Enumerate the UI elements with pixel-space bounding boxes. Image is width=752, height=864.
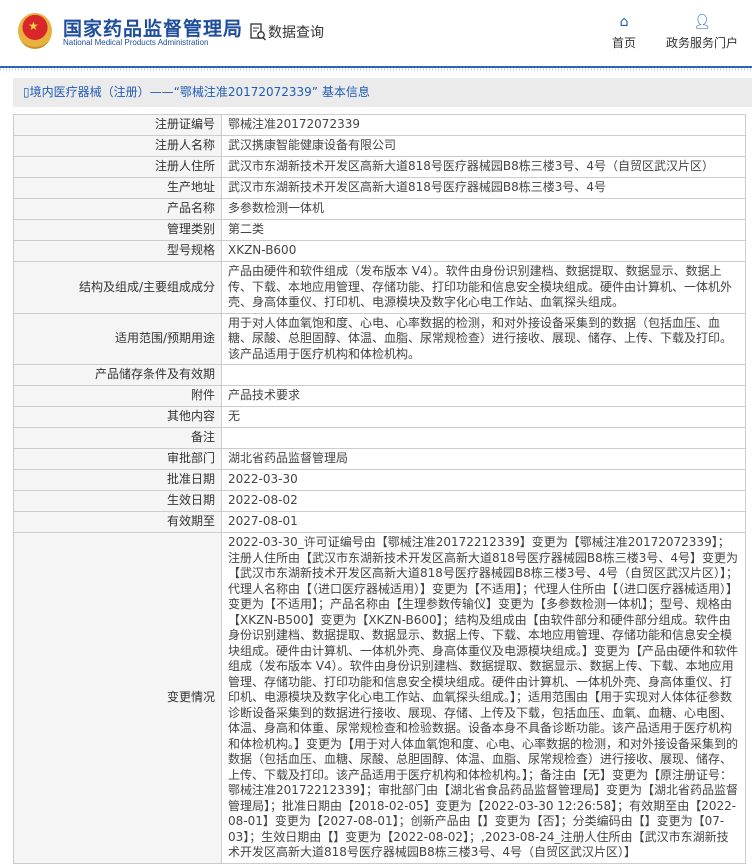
logo-title-en[interactable]: National Medical Products Administration <box>63 38 208 47</box>
document-search-icon <box>250 23 266 41</box>
field-label: 管理类别 <box>13 219 222 241</box>
table-row: 型号规格 XKZN-B600 <box>13 240 746 262</box>
table-row: 管理类别 第二类 <box>13 219 746 241</box>
field-value <box>221 427 746 449</box>
home-icon: ⌂ <box>619 14 629 30</box>
table-row: 结构及组成/主要组成成分 产品由硬件和软件组成（发布版本 V4）。软件由身份识别建… <box>13 261 746 314</box>
field-label: 产品名称 <box>13 198 222 220</box>
table-row: 生产地址 武汉市东湖新技术开发区高新大道818号医疗器械园B8栋三楼3号、4号 <box>13 177 746 199</box>
field-value: 产品技术要求 <box>221 385 746 407</box>
table-row: 生效日期 2022-08-02 <box>13 490 746 512</box>
nav-home-label: 首页 <box>612 36 637 50</box>
table-row: 审批部门 湖北省药品监督管理局 <box>13 448 746 470</box>
table-row: 其他内容无 <box>13 406 746 428</box>
logo-title-cn[interactable]: 国家药品监督管理局 <box>63 14 243 41</box>
nav-service-portal[interactable]: 👤︎ 政务服务门户 <box>666 14 738 51</box>
field-value: 2022-03-30 <box>221 469 746 491</box>
field-value: 2022-08-02 <box>221 490 746 512</box>
field-label: 注册证编号 <box>13 114 222 136</box>
field-label: 产品储存条件及有效期 <box>13 364 222 386</box>
field-label: 其他内容 <box>13 406 222 428</box>
site-header: 国家药品监督管理局 National Medical Products Admi… <box>0 0 752 66</box>
field-value: 用于对人体血氧饱和度、心电、心率数据的检测，和对外接设备采集到的数据（包括血压、… <box>221 312 746 365</box>
field-value: 第二类 <box>221 219 746 241</box>
field-label: 附件 <box>13 385 222 407</box>
table-row: 适用范围/预期用途 用于对人体血氧饱和度、心电、心率数据的检测，和对外接设备采集到… <box>13 312 746 365</box>
field-label: 结构及组成/主要组成成分 <box>13 261 222 314</box>
field-label: 注册人名称 <box>13 135 222 157</box>
detail-table: 注册证编号 鄂械注准20172072339 注册人名称 武汉携康智能健康设备有限公司注… <box>13 114 746 864</box>
field-label: 批准日期 <box>13 469 222 491</box>
field-value: 武汉携康智能健康设备有限公司 <box>221 135 746 157</box>
table-row: 产品名称 多参数检测一体机 <box>13 198 746 220</box>
table-row: 附件 产品技术要求 <box>13 385 746 407</box>
user-icon: 👤︎ <box>693 14 711 30</box>
table-row: 备注 <box>13 427 746 449</box>
field-label: 生效日期 <box>13 490 222 512</box>
field-label: 有效期至 <box>13 511 222 533</box>
table-row: 注册人名称 武汉携康智能健康设备有限公司 <box>13 135 746 157</box>
field-value: 武汉市东湖新技术开发区高新大道818号医疗器械园B8栋三楼3号、4号（自贸区武汉… <box>221 156 746 178</box>
field-value: 多参数检测一体机 <box>221 198 746 220</box>
table-row: 有效期至 2027-08-01 <box>13 511 746 533</box>
table-row: 变更情况 2022-03-30_许可证编号由【鄂械注准20172212339】变更… <box>13 532 746 864</box>
page-title-text: 境内医疗器械（注册）——“鄂械注准20172072339” 基本信息 <box>29 85 370 99</box>
nav-service-portal-label: 政务服务门户 <box>666 36 739 50</box>
field-value: 鄂械注准20172072339 <box>221 114 746 136</box>
field-label: 备注 <box>13 427 222 449</box>
document-icon: ▯ <box>23 85 30 99</box>
field-value: XKZN-B600 <box>221 240 746 262</box>
field-label: 审批部门 <box>13 448 222 470</box>
table-row: 产品储存条件及有效期 <box>13 364 746 386</box>
field-value: 湖北省药品监督管理局 <box>221 448 746 470</box>
field-value: 无 <box>221 406 746 428</box>
nav-home[interactable]: ⌂ 首页 <box>612 14 636 51</box>
field-value: 武汉市东湖新技术开发区高新大道818号医疗器械园B8栋三楼3号、4号 <box>221 177 746 199</box>
header-divider-pattern <box>0 68 752 71</box>
data-query-link[interactable]: 数据查询 <box>250 22 324 42</box>
table-row: 注册人住所 武汉市东湖新技术开发区高新大道818号医疗器械园B8栋三楼3号、4号（… <box>13 156 746 178</box>
field-label: 变更情况 <box>13 532 222 864</box>
table-row: 注册证编号 鄂械注准20172072339 <box>13 114 746 136</box>
field-label: 适用范围/预期用途 <box>13 312 222 365</box>
field-label: 型号规格 <box>13 240 222 262</box>
field-value: 2022-03-30_许可证编号由【鄂械注准20172212339】变更为【鄂械… <box>221 532 746 864</box>
page-title: ▯境内医疗器械（注册）——“鄂械注准20172072339” 基本信息 <box>13 78 752 107</box>
national-emblem-logo <box>18 13 52 49</box>
data-query-label: 数据查询 <box>268 25 324 41</box>
field-value: 产品由硬件和软件组成（发布版本 V4）。软件由身份识别建档、数据提取、数据显示、… <box>221 261 746 314</box>
field-label: 生产地址 <box>13 177 222 199</box>
field-value <box>221 364 746 386</box>
table-row: 批准日期 2022-03-30 <box>13 469 746 491</box>
field-value: 2027-08-01 <box>221 511 746 533</box>
field-label: 注册人住所 <box>13 156 222 178</box>
